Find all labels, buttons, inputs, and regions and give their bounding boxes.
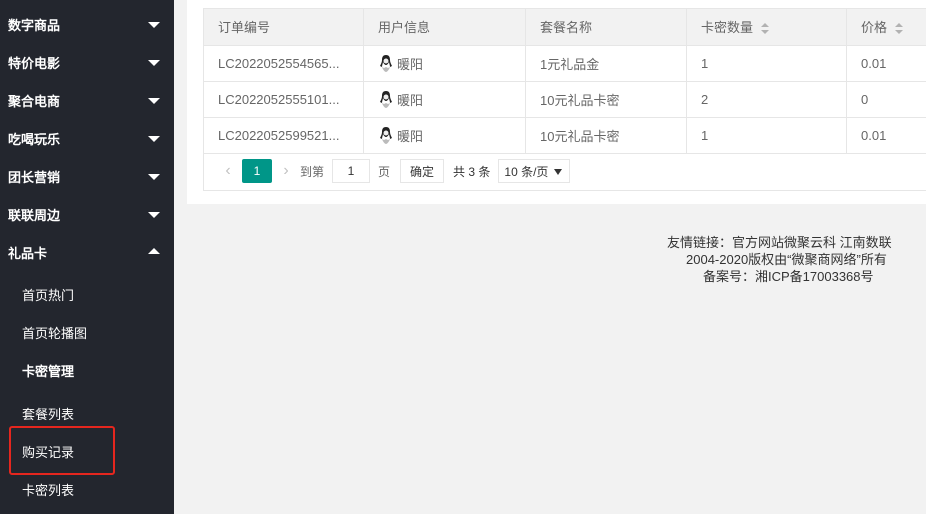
cell-price: 0.01 <box>846 45 926 82</box>
page-size-value: 10 条/页 <box>504 164 549 179</box>
user-name: 暖阳 <box>397 56 424 72</box>
nav-group-label: 礼品卡 <box>8 245 48 261</box>
chevron-left-icon[interactable]: ‹ <box>220 162 236 180</box>
sort-icon[interactable] <box>895 22 904 35</box>
header-label: 价格 <box>861 20 888 36</box>
col-order-no: 订单编号 <box>203 9 364 46</box>
total-count: 共 3 条 <box>453 164 491 179</box>
chevron-up-icon <box>148 248 160 254</box>
cell-price: 0 <box>846 81 926 118</box>
avatar <box>380 127 392 144</box>
nav-group-label: 吃喝玩乐 <box>8 131 61 147</box>
nav-group-ecommerce[interactable]: 聚合电商 <box>0 81 174 119</box>
cell-package: 10元礼品卡密 <box>525 81 687 118</box>
col-price[interactable]: 价格 <box>846 9 926 46</box>
sort-icon[interactable] <box>761 22 770 35</box>
cell-price: 0.01 <box>846 117 926 154</box>
pagination: ‹ 1 › 到第 页 确定 共 3 条 10 条/页 <box>203 152 926 191</box>
sidebar-item-card-list[interactable]: 卡密列表 <box>0 470 174 508</box>
cell-order-no: LC2022052554565... <box>203 45 364 82</box>
nav-group-label: 数字商品 <box>8 17 61 33</box>
sidebar-item-label: 卡密管理 <box>22 363 75 379</box>
table-row: LC2022052555101... 暖阳 10元礼品卡密 2 0 <box>203 81 926 118</box>
nav-group-nearby[interactable]: 联联周边 <box>0 195 174 233</box>
nav-group-group-marketing[interactable]: 团长营销 <box>0 157 174 195</box>
chevron-down-icon <box>148 174 160 180</box>
cell-quantity: 2 <box>686 81 847 118</box>
col-card-quantity[interactable]: 卡密数量 <box>686 9 847 46</box>
table-row: LC2022052599521... 暖阳 10元礼品卡密 1 0.01 <box>203 117 926 154</box>
sidebar-item-home-carousel[interactable]: 首页轮播图 <box>0 313 174 351</box>
nav-group-label: 联联周边 <box>8 207 61 223</box>
chevron-down-icon <box>148 98 160 104</box>
page-unit-label: 页 <box>378 164 391 179</box>
col-user-info: 用户信息 <box>363 9 526 46</box>
header-label: 卡密数量 <box>701 20 754 36</box>
sidebar: 数字商品 特价电影 聚合电商 吃喝玩乐 团长营销 联联周边 礼品卡 首页热门 首… <box>0 0 174 514</box>
goto-confirm-button[interactable]: 确定 <box>400 159 445 183</box>
highlight-annotation <box>9 426 115 475</box>
user-name: 暖阳 <box>397 128 424 144</box>
cell-order-no: LC2022052555101... <box>203 81 364 118</box>
cell-quantity: 1 <box>686 117 847 154</box>
footer-icp: 备案号：湘ICP备17003368号 <box>703 269 874 284</box>
cell-order-no: LC2022052599521... <box>203 117 364 154</box>
sidebar-item-label: 首页热门 <box>22 287 75 303</box>
col-package-name: 套餐名称 <box>525 9 687 46</box>
page-current[interactable]: 1 <box>242 159 272 183</box>
avatar <box>380 55 392 72</box>
nav-group-special-movies[interactable]: 特价电影 <box>0 43 174 81</box>
nav-group-digital-goods[interactable]: 数字商品 <box>0 5 174 43</box>
chevron-right-icon[interactable]: › <box>278 162 294 180</box>
caret-down-icon <box>554 169 563 175</box>
cell-user: 暖阳 <box>363 117 526 154</box>
nav-group-gift-card[interactable]: 礼品卡 <box>0 233 174 271</box>
table-header-row: 订单编号 用户信息 套餐名称 卡密数量 价格 <box>203 9 926 46</box>
cell-user: 暖阳 <box>363 81 526 118</box>
user-name: 暖阳 <box>397 92 424 108</box>
cell-package: 10元礼品卡密 <box>525 117 687 154</box>
footer-copyright: 2004-2020版权由“微聚商网络”所有 <box>686 252 887 267</box>
nav-group-label: 特价电影 <box>8 55 61 71</box>
orders-table: 订单编号 用户信息 套餐名称 卡密数量 价格 LC2022052554565..… <box>203 8 926 154</box>
chevron-down-icon <box>148 212 160 218</box>
sidebar-item-label: 套餐列表 <box>22 406 75 422</box>
sidebar-item-card-management[interactable]: 卡密管理 <box>0 351 174 389</box>
nav-group-label: 聚合电商 <box>8 93 61 109</box>
sidebar-item-home-hot[interactable]: 首页热门 <box>0 275 174 313</box>
chevron-down-icon <box>148 136 160 142</box>
nav-group-label: 团长营销 <box>8 169 61 185</box>
goto-label: 到第 <box>300 164 325 179</box>
sidebar-item-label: 首页轮播图 <box>22 325 88 341</box>
cell-user: 暖阳 <box>363 45 526 82</box>
nav-group-food-fun[interactable]: 吃喝玩乐 <box>0 119 174 157</box>
sidebar-item-label: 卡密列表 <box>22 482 75 498</box>
footer-links: 友情链接：官方网站微聚云科 江南数联 <box>667 235 892 250</box>
cell-package: 1元礼品金 <box>525 45 687 82</box>
page-size-select[interactable]: 10 条/页 <box>498 159 571 183</box>
goto-page-input[interactable] <box>332 159 371 183</box>
chevron-down-icon <box>148 22 160 28</box>
table-row: LC2022052554565... 暖阳 1元礼品金 1 0.01 <box>203 45 926 82</box>
cell-quantity: 1 <box>686 45 847 82</box>
chevron-down-icon <box>148 60 160 66</box>
avatar <box>380 91 392 108</box>
